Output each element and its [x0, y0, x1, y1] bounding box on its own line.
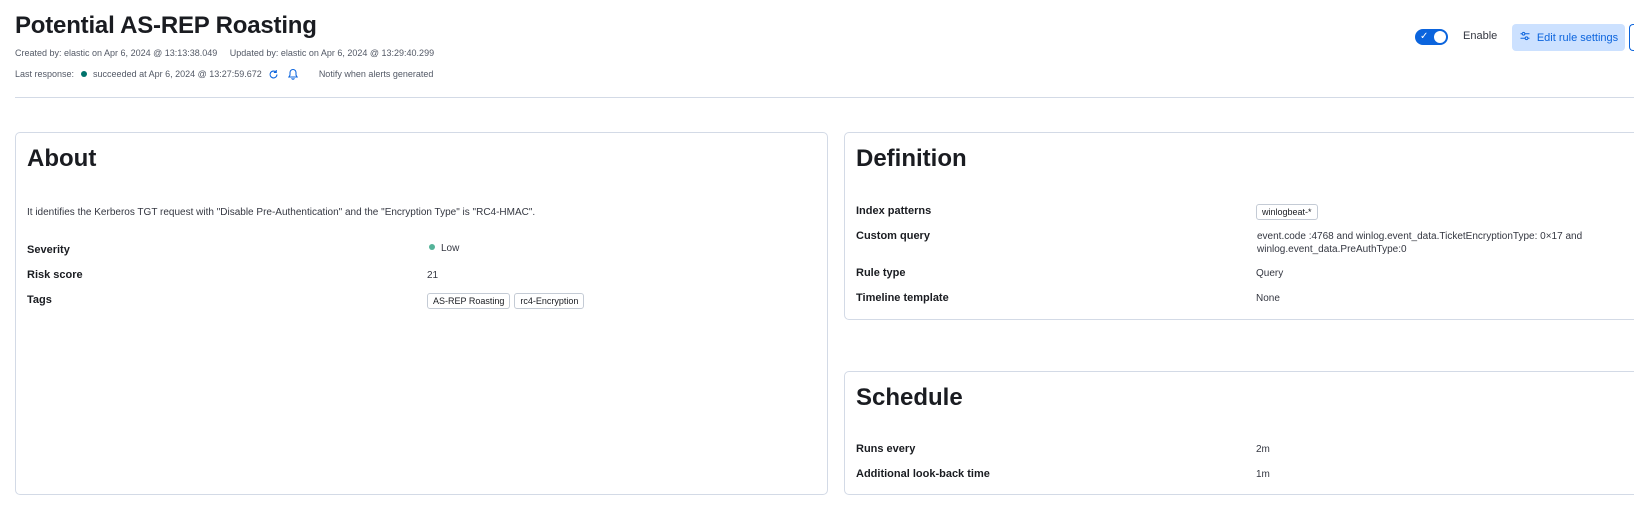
rule-type-value: Query — [1256, 268, 1284, 279]
about-panel: About It identifies the Kerberos TGT req… — [15, 132, 828, 495]
about-title: About — [27, 145, 97, 172]
schedule-title: Schedule — [856, 384, 963, 411]
runs-every-value: 2m — [1256, 444, 1270, 455]
custom-query-value: event.code :4768 and winlog.event_data.T… — [1257, 231, 1583, 255]
rule-meta: Created by: elastic on Apr 6, 2024 @ 13:… — [15, 48, 434, 58]
risk-score-label: Risk score — [27, 269, 83, 281]
bell-icon[interactable] — [287, 68, 299, 80]
severity-low-icon — [429, 244, 435, 250]
look-back-label: Additional look-back time — [856, 468, 990, 480]
schedule-panel: Schedule Runs every 2m Additional look-b… — [844, 371, 1634, 495]
timeline-template-value: None — [1256, 293, 1280, 304]
enable-toggle[interactable]: ✓ — [1415, 29, 1448, 45]
tag-badge[interactable]: rc4-Encryption — [514, 293, 585, 309]
risk-score-value: 21 — [427, 270, 439, 281]
tags-list: AS-REP Roasting rc4-Encryption — [427, 293, 588, 309]
edit-rule-settings-button[interactable]: Edit rule settings — [1512, 24, 1625, 51]
rule-details-page: Potential AS-REP Roasting Created by: el… — [0, 0, 1634, 505]
last-response-status: succeeded at Apr 6, 2024 @ 13:27:59.672 — [93, 69, 262, 79]
header-divider — [15, 97, 1634, 98]
toggle-knob — [1434, 31, 1446, 43]
check-icon: ✓ — [1420, 31, 1429, 42]
created-by-text: Created by: elastic on Apr 6, 2024 @ 13:… — [15, 48, 218, 58]
updated-by-text: Updated by: elastic on Apr 6, 2024 @ 13:… — [229, 48, 435, 58]
enable-label: Enable — [1463, 30, 1498, 42]
severity-label: Severity — [27, 244, 70, 256]
runs-every-label: Runs every — [856, 443, 916, 455]
custom-query-label: Custom query — [856, 230, 930, 242]
index-patterns-label: Index patterns — [856, 205, 932, 217]
definition-panel: Definition Index patterns winlogbeat-* C… — [844, 132, 1634, 320]
last-response-row: Last response: succeeded at Apr 6, 2024 … — [15, 67, 433, 81]
timeline-template-label: Timeline template — [856, 292, 949, 304]
definition-title: Definition — [856, 145, 967, 172]
index-pattern-badge[interactable]: winlogbeat-* — [1256, 204, 1318, 220]
tag-badge[interactable]: AS-REP Roasting — [427, 293, 511, 309]
rule-type-label: Rule type — [856, 267, 906, 279]
rule-description: It identifies the Kerberos TGT request w… — [27, 207, 536, 218]
index-patterns-value: winlogbeat-* — [1256, 204, 1322, 220]
more-actions-button[interactable] — [1629, 24, 1634, 51]
status-dot-icon — [81, 71, 88, 77]
last-response-label: Last response: — [15, 69, 75, 79]
refresh-icon[interactable] — [268, 69, 279, 80]
page-title: Potential AS-REP Roasting — [15, 12, 317, 39]
look-back-value: 1m — [1256, 469, 1270, 480]
tags-label: Tags — [27, 294, 52, 306]
controls-icon — [1519, 30, 1531, 45]
edit-rule-settings-label: Edit rule settings — [1536, 31, 1619, 44]
severity-text: Low — [441, 243, 460, 254]
notify-text: Notify when alerts generated — [318, 69, 434, 79]
severity-value: Low — [429, 243, 459, 254]
